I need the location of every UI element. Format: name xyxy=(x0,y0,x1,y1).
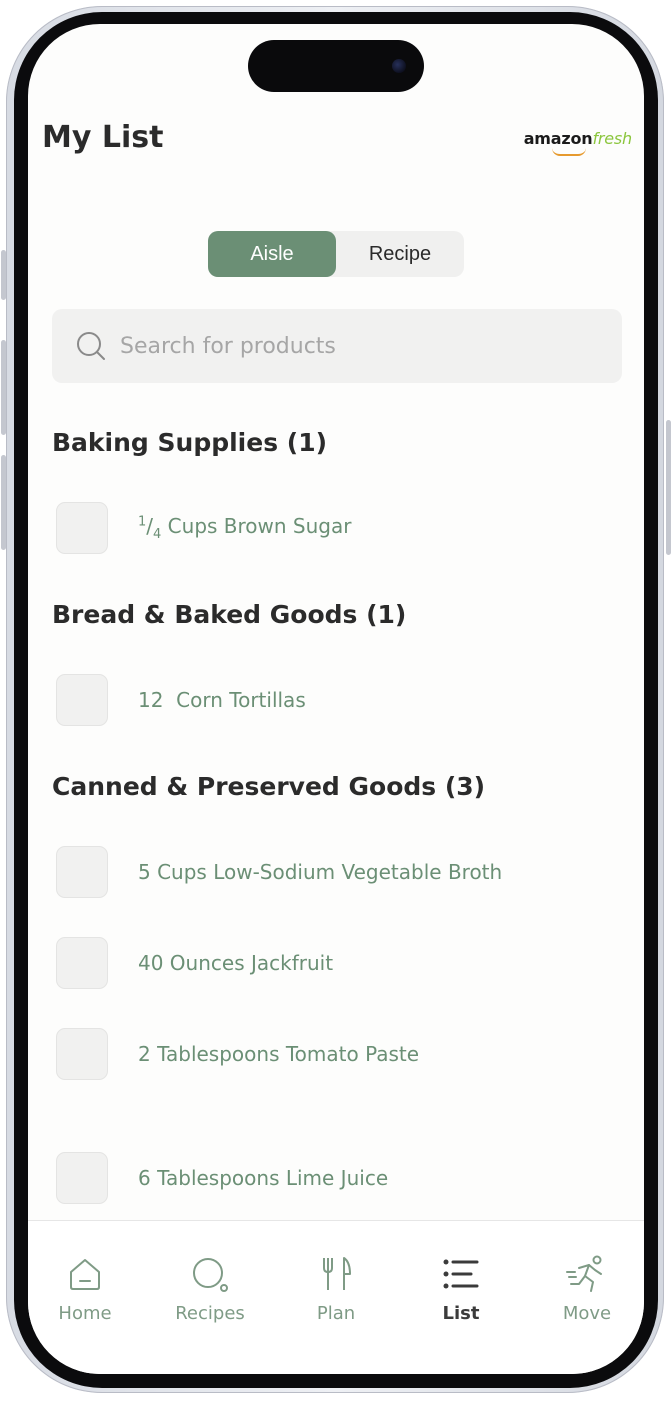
tab-label: Recipes xyxy=(175,1303,245,1324)
item-label: 5 Cups Low-Sodium Vegetable Broth xyxy=(138,860,503,884)
section-title-baking-supplies: Baking Supplies (1) xyxy=(52,428,328,457)
item-label: 2 Tablespoons Tomato Paste xyxy=(138,1042,420,1066)
list-icon xyxy=(443,1259,479,1289)
list-item: 5 Cups Low-Sodium Vegetable Broth xyxy=(56,844,616,900)
volume-down-button xyxy=(1,455,6,550)
toggle-recipe[interactable]: Recipe xyxy=(336,231,464,277)
amazon-smile-icon xyxy=(552,148,586,156)
page-title: My List xyxy=(42,120,164,155)
home-icon xyxy=(70,1259,100,1290)
list-item: 2 Tablespoons Tomato Paste xyxy=(56,1026,616,1082)
brand-logo-amazon: amazon xyxy=(523,129,593,148)
item-checkbox[interactable] xyxy=(56,674,108,726)
recipes-icon xyxy=(193,1258,228,1292)
item-label: 40 Ounces Jackfruit xyxy=(138,951,334,975)
tab-bar: Home Recipes Plan List Move xyxy=(28,1220,644,1374)
section-title-canned-preserved-goods: Canned & Preserved Goods (3) xyxy=(52,772,486,801)
list-item: 1/4 Cups Brown Sugar xyxy=(56,500,616,556)
list-item: 40 Ounces Jackfruit xyxy=(56,935,616,991)
item-checkbox[interactable] xyxy=(56,1028,108,1080)
fraction-denominator: 4 xyxy=(153,527,162,542)
running-icon xyxy=(566,1255,602,1292)
action-button xyxy=(1,250,6,300)
item-label: 6 Tablespoons Lime Juice xyxy=(138,1166,389,1190)
item-checkbox[interactable] xyxy=(56,937,108,989)
tab-recipes[interactable]: Recipes xyxy=(155,1251,265,1324)
item-label: 1/4 Cups Brown Sugar xyxy=(138,514,352,542)
view-toggle: Aisle Recipe xyxy=(208,231,464,277)
volume-up-button xyxy=(1,340,6,435)
tab-list[interactable]: List xyxy=(406,1251,516,1324)
search-icon xyxy=(77,332,105,360)
item-checkbox[interactable] xyxy=(56,1152,108,1204)
tab-label: Move xyxy=(562,1303,612,1324)
tab-label: Home xyxy=(58,1303,112,1324)
fraction-numerator: 1 xyxy=(138,514,147,530)
item-text: Cups Brown Sugar xyxy=(167,514,352,538)
search-bar xyxy=(52,309,622,383)
item-label: 12 Corn Tortillas xyxy=(138,688,306,712)
app-screen: My List amazonfresh Aisle Recipe Baking … xyxy=(28,24,644,1374)
amazon-fresh-logo: amazonfresh xyxy=(523,129,633,148)
list-item: 6 Tablespoons Lime Juice xyxy=(56,1150,616,1206)
tab-move[interactable]: Move xyxy=(532,1251,642,1324)
tab-label: List xyxy=(442,1303,480,1324)
list-item: 12 Corn Tortillas xyxy=(56,672,616,728)
item-checkbox[interactable] xyxy=(56,502,108,554)
camera-icon xyxy=(392,59,406,73)
fork-knife-icon xyxy=(323,1257,351,1290)
tab-label: Plan xyxy=(316,1303,356,1324)
item-checkbox[interactable] xyxy=(56,846,108,898)
power-button xyxy=(666,420,671,555)
brand-logo-fresh: fresh xyxy=(592,129,632,148)
tab-home[interactable]: Home xyxy=(30,1251,140,1324)
search-input[interactable] xyxy=(118,332,602,360)
toggle-aisle[interactable]: Aisle xyxy=(208,231,336,277)
dynamic-island xyxy=(248,40,424,92)
section-title-bread-baked-goods: Bread & Baked Goods (1) xyxy=(52,600,407,629)
tab-plan[interactable]: Plan xyxy=(281,1251,391,1324)
